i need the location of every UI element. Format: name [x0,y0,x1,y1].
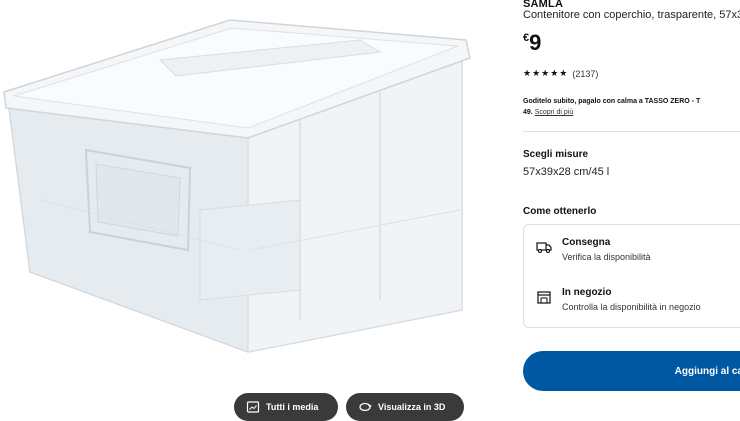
size-value[interactable]: 57x39x28 cm/45 l [523,166,609,178]
product-description: Contenitore con coperchio, trasparente, … [523,9,740,21]
rating-stars: ★★★★★ [523,68,569,78]
price-amount: 9 [529,30,542,55]
store-subtitle: Controlla la disponibilità in negozio [562,302,701,312]
rating-count: (2137) [572,68,599,79]
size-section-title: Scegli misure [523,149,589,160]
view-3d-button[interactable]: Visualizza in 3D [346,393,464,421]
delivery-title: Consegna [562,237,611,248]
store-title: In negozio [562,287,612,298]
delivery-row[interactable]: Consegna Verifica la disponibilità [536,237,651,262]
store-row[interactable]: In negozio Controlla la disponibilità in… [536,287,701,312]
add-to-cart-label: Aggiungi al ca [674,365,740,377]
product-price: €9 [523,30,541,56]
rotate-3d-icon [359,402,372,412]
divider [523,131,740,132]
view-3d-label: Visualizza in 3D [378,402,446,412]
all-media-button[interactable]: Tutti i media [234,393,338,421]
price-currency: € [523,32,530,44]
truck-icon [536,242,552,254]
product-image[interactable] [0,0,500,380]
add-to-cart-button[interactable]: Aggiungi al ca [523,351,740,391]
gallery-icon [246,401,260,413]
availability-section-title: Come ottenerlo [523,206,597,217]
finance-link[interactable]: Scopri di più [535,109,574,116]
all-media-label: Tutti i media [266,402,319,412]
product-info-panel: SAMLA Contenitore con coperchio, traspar… [523,0,740,420]
finance-text: Goditelo subito, pagalo con calma a TASS… [523,98,701,105]
availability-box: Consegna Verifica la disponibilità In ne… [523,224,740,328]
finance-text-line2: 49. [523,109,533,116]
rating[interactable]: ★★★★★ (2137) [523,68,598,79]
product-gallery: Tutti i media Visualizza in 3D [0,0,500,421]
finance-info: Goditelo subito, pagalo con calma a TASS… [523,96,740,118]
store-icon [537,291,551,304]
delivery-subtitle: Verifica la disponibilità [562,252,651,262]
